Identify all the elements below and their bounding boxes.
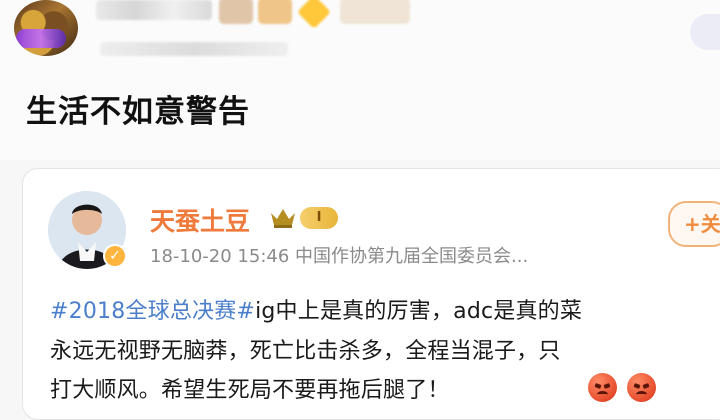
post-text: ig中上是真的厉害，adc是真的菜 [255, 299, 583, 324]
angry-face-icon [588, 373, 617, 402]
blurred-username[interactable] [96, 0, 212, 20]
blurred-badge-icon [258, 0, 292, 24]
post-meta: 18-10-20 15:46 中国作协第九届全国委员会... [150, 246, 529, 267]
angry-face-icon [627, 373, 656, 402]
crown-icon [271, 209, 295, 228]
user-avatar[interactable] [14, 0, 78, 56]
author-name[interactable]: 天蚕土豆 [150, 202, 250, 238]
post-title: 生活不如意警告 [26, 94, 250, 130]
post-text: 永远无视野无脑莽，死亡比击杀多，全程当混子，只 [50, 339, 561, 364]
verified-badge-icon: ✓ [103, 244, 127, 268]
hashtag-link[interactable]: #2018全球总决赛# [50, 299, 255, 324]
post-header-area [0, 0, 720, 160]
post-body-line: 永远无视野无脑莽，死亡比击杀多，全程当混子，只 [50, 333, 561, 365]
post-body-line: 打大顺风。希望生死局不要再拖后腿了！ [50, 372, 450, 404]
follow-button[interactable]: +关 [668, 201, 720, 247]
post-text: 打大顺风。希望生死局不要再拖后腿了！ [50, 378, 450, 403]
blurred-badge-icon [219, 0, 253, 24]
blurred-post-meta [100, 42, 288, 56]
post-body-line: #2018全球总决赛#ig中上是真的厉害，adc是真的菜 [50, 293, 582, 325]
level-badge: I [300, 207, 338, 229]
follow-button-top[interactable] [690, 14, 720, 50]
blurred-badge-icon [340, 0, 410, 24]
avatar-frame-decoration [16, 29, 66, 48]
